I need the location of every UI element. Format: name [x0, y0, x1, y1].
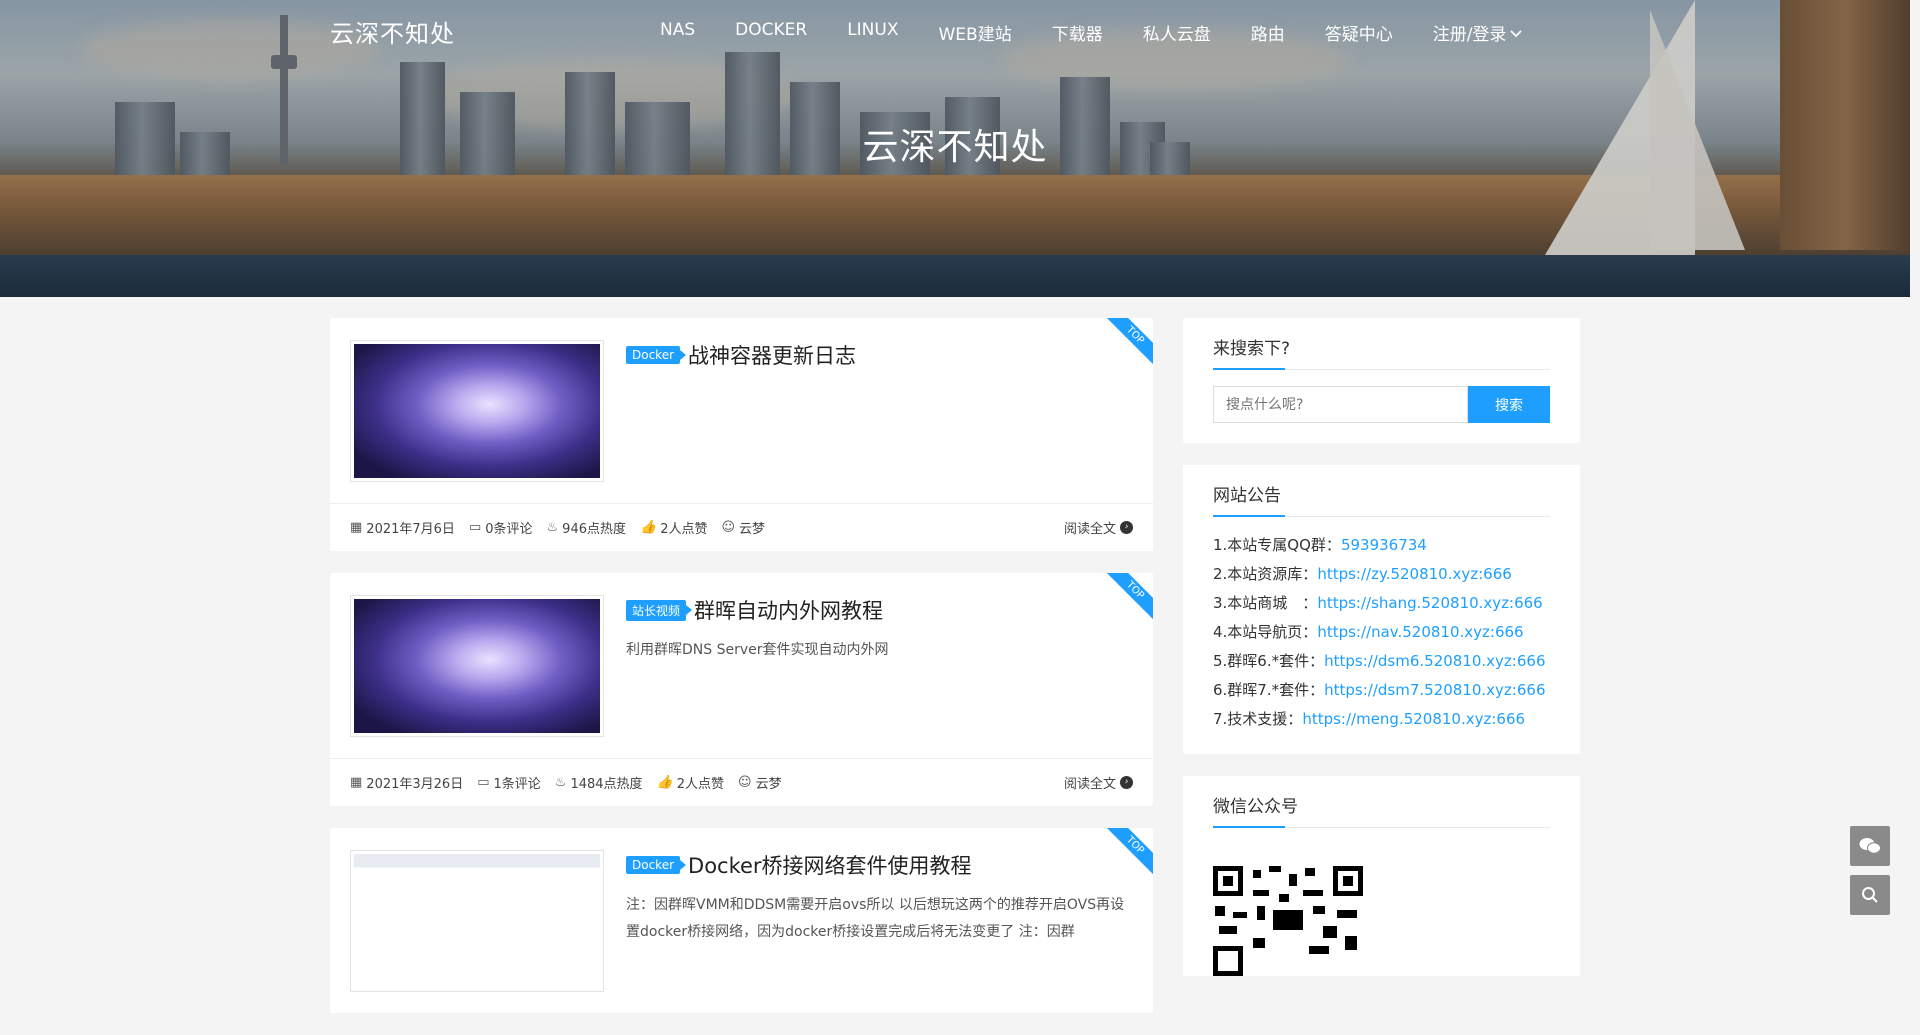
- comment-icon: ▭: [477, 775, 490, 790]
- wechat-icon: [1859, 838, 1881, 854]
- nav-item-downloader[interactable]: 下载器: [1052, 20, 1103, 45]
- nav-login-label: 注册/登录: [1432, 25, 1507, 45]
- notice-link[interactable]: https://meng.520810.xyz:666: [1302, 710, 1525, 728]
- chevron-down-icon: [1510, 29, 1523, 37]
- hero-banner: 云深不知处 NAS DOCKER LINUX WEB建站 下载器 私人云盘 路由…: [0, 0, 1910, 297]
- nav-item-nas[interactable]: NAS: [660, 20, 695, 45]
- search-widget: 来搜索下? 搜索: [1183, 318, 1580, 443]
- arrow-right-icon: ›: [1120, 776, 1133, 789]
- comment-icon: ▭: [468, 520, 482, 535]
- thumb-up-icon: 👍: [640, 520, 657, 535]
- notice-line: 6.群晖7.*套件：https://dsm7.520810.xyz:666: [1213, 681, 1546, 699]
- post-excerpt: 利用群晖DNS Server套件实现自动内外网: [626, 642, 889, 658]
- post-tag[interactable]: 站长视频: [626, 599, 693, 621]
- post-thumbnail[interactable]: [350, 850, 604, 992]
- notice-widget: 网站公告 1.本站专属QQ群：593936734 2.本站资源库：https:/…: [1183, 465, 1580, 754]
- post-tag[interactable]: Docker: [626, 346, 687, 364]
- notice-line: 1.本站专属QQ群：593936734: [1213, 536, 1427, 554]
- post-excerpt: 注：因群晖VMM和DDSM需要开启ovs所以 以后想玩这两个的推荐开启OVS再设…: [626, 897, 1125, 940]
- wechat-float-button[interactable]: [1850, 826, 1890, 866]
- notice-link[interactable]: https://dsm7.520810.xyz:666: [1324, 681, 1545, 699]
- flame-icon: ♨: [546, 520, 559, 535]
- user-icon: ☺: [721, 520, 736, 535]
- calendar-icon: ▦: [350, 775, 363, 790]
- post-heat: ♨ 946点热度: [546, 520, 626, 537]
- post-tag[interactable]: Docker: [626, 856, 687, 874]
- post-date: ▦ 2021年3月26日: [350, 775, 464, 792]
- post-comments[interactable]: ▭ 1条评论: [477, 773, 541, 792]
- read-more-link[interactable]: 阅读全文 ›: [1064, 518, 1133, 537]
- wechat-widget: 微信公众号: [1183, 776, 1580, 976]
- read-more-link[interactable]: 阅读全文 ›: [1064, 773, 1133, 792]
- qr-code-image: [1213, 866, 1363, 976]
- thumb-up-icon: 👍: [656, 775, 673, 790]
- notice-line: 3.本站商城 ：https://shang.520810.xyz:666: [1213, 594, 1543, 612]
- post-card: TOP Docker 战神容器更新日志 ▦ 2021年7月6日 ▭ 0条评论 ♨ 94…: [330, 318, 1153, 551]
- widget-title: 微信公众号: [1213, 792, 1550, 828]
- post-meta: ▦ 2021年3月26日 ▭ 1条评论 ♨ 1484点热度 👍 2人点赞 ☺ 云梦 阅读全…: [330, 758, 1153, 806]
- post-date: ▦ 2021年7月6日: [350, 520, 455, 537]
- nav-item-router[interactable]: 路由: [1251, 20, 1285, 45]
- nav-item-qa[interactable]: 答疑中心: [1325, 20, 1393, 45]
- post-comments[interactable]: ▭ 0条评论: [469, 518, 533, 537]
- nav-login[interactable]: 注册/登录: [1433, 20, 1523, 45]
- nav-item-docker[interactable]: DOCKER: [735, 20, 807, 45]
- post-thumbnail[interactable]: [350, 340, 604, 482]
- arrow-right-icon: ›: [1120, 521, 1133, 534]
- search-button[interactable]: 搜索: [1468, 386, 1550, 423]
- post-title[interactable]: 群晖自动内外网教程: [694, 595, 883, 625]
- search-float-button[interactable]: [1850, 875, 1890, 915]
- calendar-icon: ▦: [350, 520, 363, 535]
- post-author[interactable]: ☺ 云梦: [721, 518, 765, 537]
- user-icon: ☺: [738, 775, 752, 790]
- post-meta: ▦ 2021年7月6日 ▭ 0条评论 ♨ 946点热度 👍 2人点赞 ☺ 云梦 阅读全文 ›: [330, 503, 1153, 551]
- main-nav: NAS DOCKER LINUX WEB建站 下载器 私人云盘 路由 答疑中心 …: [660, 20, 1523, 45]
- notice-line: 7.技术支援：https://meng.520810.xyz:666: [1213, 710, 1526, 728]
- post-card: TOP 站长视频 群晖自动内外网教程 利用群晖DNS Server套件实现自动内…: [330, 573, 1153, 806]
- flame-icon: ♨: [554, 775, 567, 790]
- notice-line: 4.本站导航页：https://nav.520810.xyz:666: [1213, 623, 1524, 641]
- post-list: TOP Docker 战神容器更新日志 ▦ 2021年7月6日 ▭ 0条评论 ♨ 94…: [330, 318, 1153, 1035]
- notice-link[interactable]: https://dsm6.520810.xyz:666: [1324, 652, 1545, 670]
- post-title[interactable]: Docker桥接网络套件使用教程: [688, 850, 972, 880]
- notice-link[interactable]: https://nav.520810.xyz:666: [1317, 623, 1523, 641]
- post-card: TOP Docker Docker桥接网络套件使用教程 注：因群晖VMM和DDS…: [330, 828, 1153, 1013]
- notice-link[interactable]: 593936734: [1341, 536, 1427, 554]
- post-author[interactable]: ☺ 云梦: [738, 773, 782, 792]
- notice-link[interactable]: https://shang.520810.xyz:666: [1317, 594, 1542, 612]
- sidebar: 来搜索下? 搜索 网站公告 1.本站专属QQ群：593936734 2.本站资源…: [1183, 318, 1580, 998]
- search-input[interactable]: [1213, 386, 1468, 423]
- widget-title: 网站公告: [1213, 481, 1550, 517]
- nav-item-cloud[interactable]: 私人云盘: [1143, 20, 1211, 45]
- notice-line: 2.本站资源库：https://zy.520810.xyz:666: [1213, 565, 1512, 583]
- post-heat: ♨ 1484点热度: [554, 775, 643, 792]
- post-thumbnail[interactable]: [350, 595, 604, 737]
- nav-item-web[interactable]: WEB建站: [938, 20, 1011, 45]
- post-likes[interactable]: 👍 2人点赞: [640, 518, 707, 537]
- nav-item-linux[interactable]: LINUX: [847, 20, 898, 45]
- hero-title: 云深不知处: [862, 127, 1048, 168]
- site-brand[interactable]: 云深不知处: [330, 14, 455, 49]
- search-icon: [1862, 887, 1878, 903]
- post-likes[interactable]: 👍 2人点赞: [657, 773, 724, 792]
- post-title[interactable]: 战神容器更新日志: [688, 340, 856, 370]
- notice-line: 5.群晖6.*套件：https://dsm6.520810.xyz:666: [1213, 652, 1546, 670]
- widget-title: 来搜索下?: [1213, 334, 1550, 370]
- notice-link[interactable]: https://zy.520810.xyz:666: [1317, 565, 1512, 583]
